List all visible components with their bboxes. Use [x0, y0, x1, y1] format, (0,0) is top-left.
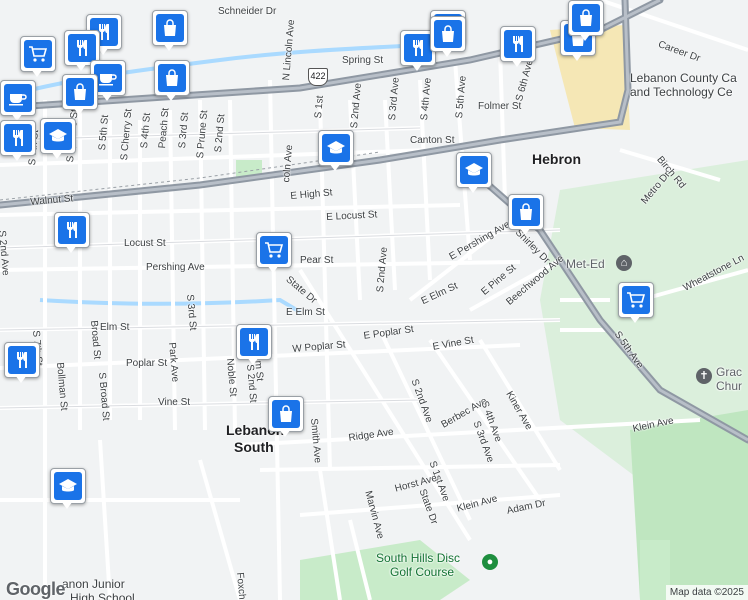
shopping-bag-icon — [572, 4, 600, 32]
shopping-bag-icon — [66, 78, 94, 106]
shopping-bag-icon — [272, 400, 300, 428]
map-marker[interactable] — [430, 16, 466, 60]
school-icon — [322, 134, 350, 162]
church-icon[interactable]: ✝ — [696, 368, 712, 384]
poi-label-career-tech-center: and Technology Ce — [630, 85, 733, 99]
place-label-hebron: Hebron — [532, 151, 581, 167]
restaurant-icon — [240, 328, 268, 356]
google-logo: Google — [6, 579, 66, 599]
school-icon — [460, 156, 488, 184]
map-marker[interactable] — [268, 396, 304, 440]
street-label: S 1st — [313, 95, 326, 119]
map-marker[interactable] — [500, 26, 536, 70]
street-label: Pershing Ave — [146, 262, 205, 273]
street-label: Broad St — [88, 319, 103, 360]
cafe-icon — [4, 84, 32, 112]
school-icon — [54, 472, 82, 500]
poi-label-grace-church: Chur — [716, 379, 743, 393]
map-marker[interactable] — [62, 74, 98, 118]
shopping-bag-icon — [512, 198, 540, 226]
street-label: Canton St — [410, 135, 455, 146]
map-marker[interactable] — [318, 130, 354, 174]
poi-label-disc-golf: South Hills Disc — [376, 551, 461, 565]
restaurant-icon — [404, 34, 432, 62]
restaurant-icon — [8, 346, 36, 374]
map-pin-icon[interactable]: ● — [482, 554, 498, 570]
shopping-bag-icon — [158, 64, 186, 92]
restaurant-icon — [68, 34, 96, 62]
map-marker[interactable] — [152, 10, 188, 54]
poi-label-disc-golf: Golf Course — [390, 565, 455, 579]
map-canvas[interactable]: Schneider Dr Spring St Career Dr N Linco… — [0, 0, 748, 600]
restaurant-icon — [4, 124, 32, 152]
shopping-cart-icon — [24, 40, 52, 68]
street-label: Park Ave — [166, 341, 181, 383]
map-marker[interactable] — [568, 0, 604, 44]
map-marker[interactable] — [4, 342, 40, 386]
map-marker[interactable] — [20, 36, 56, 80]
poi-label-career-tech-center: Lebanon County Ca — [630, 71, 737, 85]
map-marker[interactable] — [508, 194, 544, 238]
map-attribution[interactable]: Map data ©2025 — [665, 585, 748, 600]
street-label: Elm St — [100, 322, 130, 333]
map-marker[interactable] — [0, 80, 36, 124]
street-label: Poplar St — [126, 358, 168, 369]
route-422-shield: 422 — [308, 68, 328, 86]
restaurant-icon — [58, 216, 86, 244]
school-icon — [44, 122, 72, 150]
shopping-bag-icon — [434, 20, 462, 48]
street-label: Vine St — [158, 397, 191, 408]
shopping-bag-icon — [156, 14, 184, 42]
restaurant-icon — [504, 30, 532, 58]
place-label-lebanon-south: South — [234, 439, 274, 455]
shopping-cart-icon — [260, 236, 288, 264]
building-icon[interactable]: ⌂ — [616, 255, 632, 271]
cafe-icon — [94, 64, 122, 92]
map-marker[interactable] — [618, 282, 654, 326]
map-marker[interactable] — [236, 324, 272, 368]
map-marker[interactable] — [54, 212, 90, 256]
street-label: Folmer St — [478, 101, 522, 112]
poi-label-grace-church: Grac — [716, 365, 743, 379]
map-marker[interactable] — [50, 468, 86, 512]
street-label: Locust St — [124, 238, 166, 249]
map-marker[interactable] — [154, 60, 190, 104]
street-label: Spring St — [342, 55, 384, 66]
poi-label-junior-high: anon Junior — [62, 577, 125, 591]
street-label: S 3rd St — [184, 293, 199, 331]
street-label: Schneider Dr — [218, 6, 277, 17]
map-marker[interactable] — [456, 152, 492, 196]
shopping-cart-icon — [622, 286, 650, 314]
street-label: Pear St — [300, 255, 334, 266]
poi-label-met-ed: Met-Ed — [566, 257, 605, 271]
street-label: E Elm St — [286, 307, 325, 318]
poi-label-junior-high: High School — [70, 591, 135, 600]
map-marker[interactable] — [256, 232, 292, 276]
street-label: Foxch — [234, 571, 248, 600]
map-marker[interactable] — [40, 118, 76, 162]
map-marker[interactable] — [0, 120, 36, 164]
